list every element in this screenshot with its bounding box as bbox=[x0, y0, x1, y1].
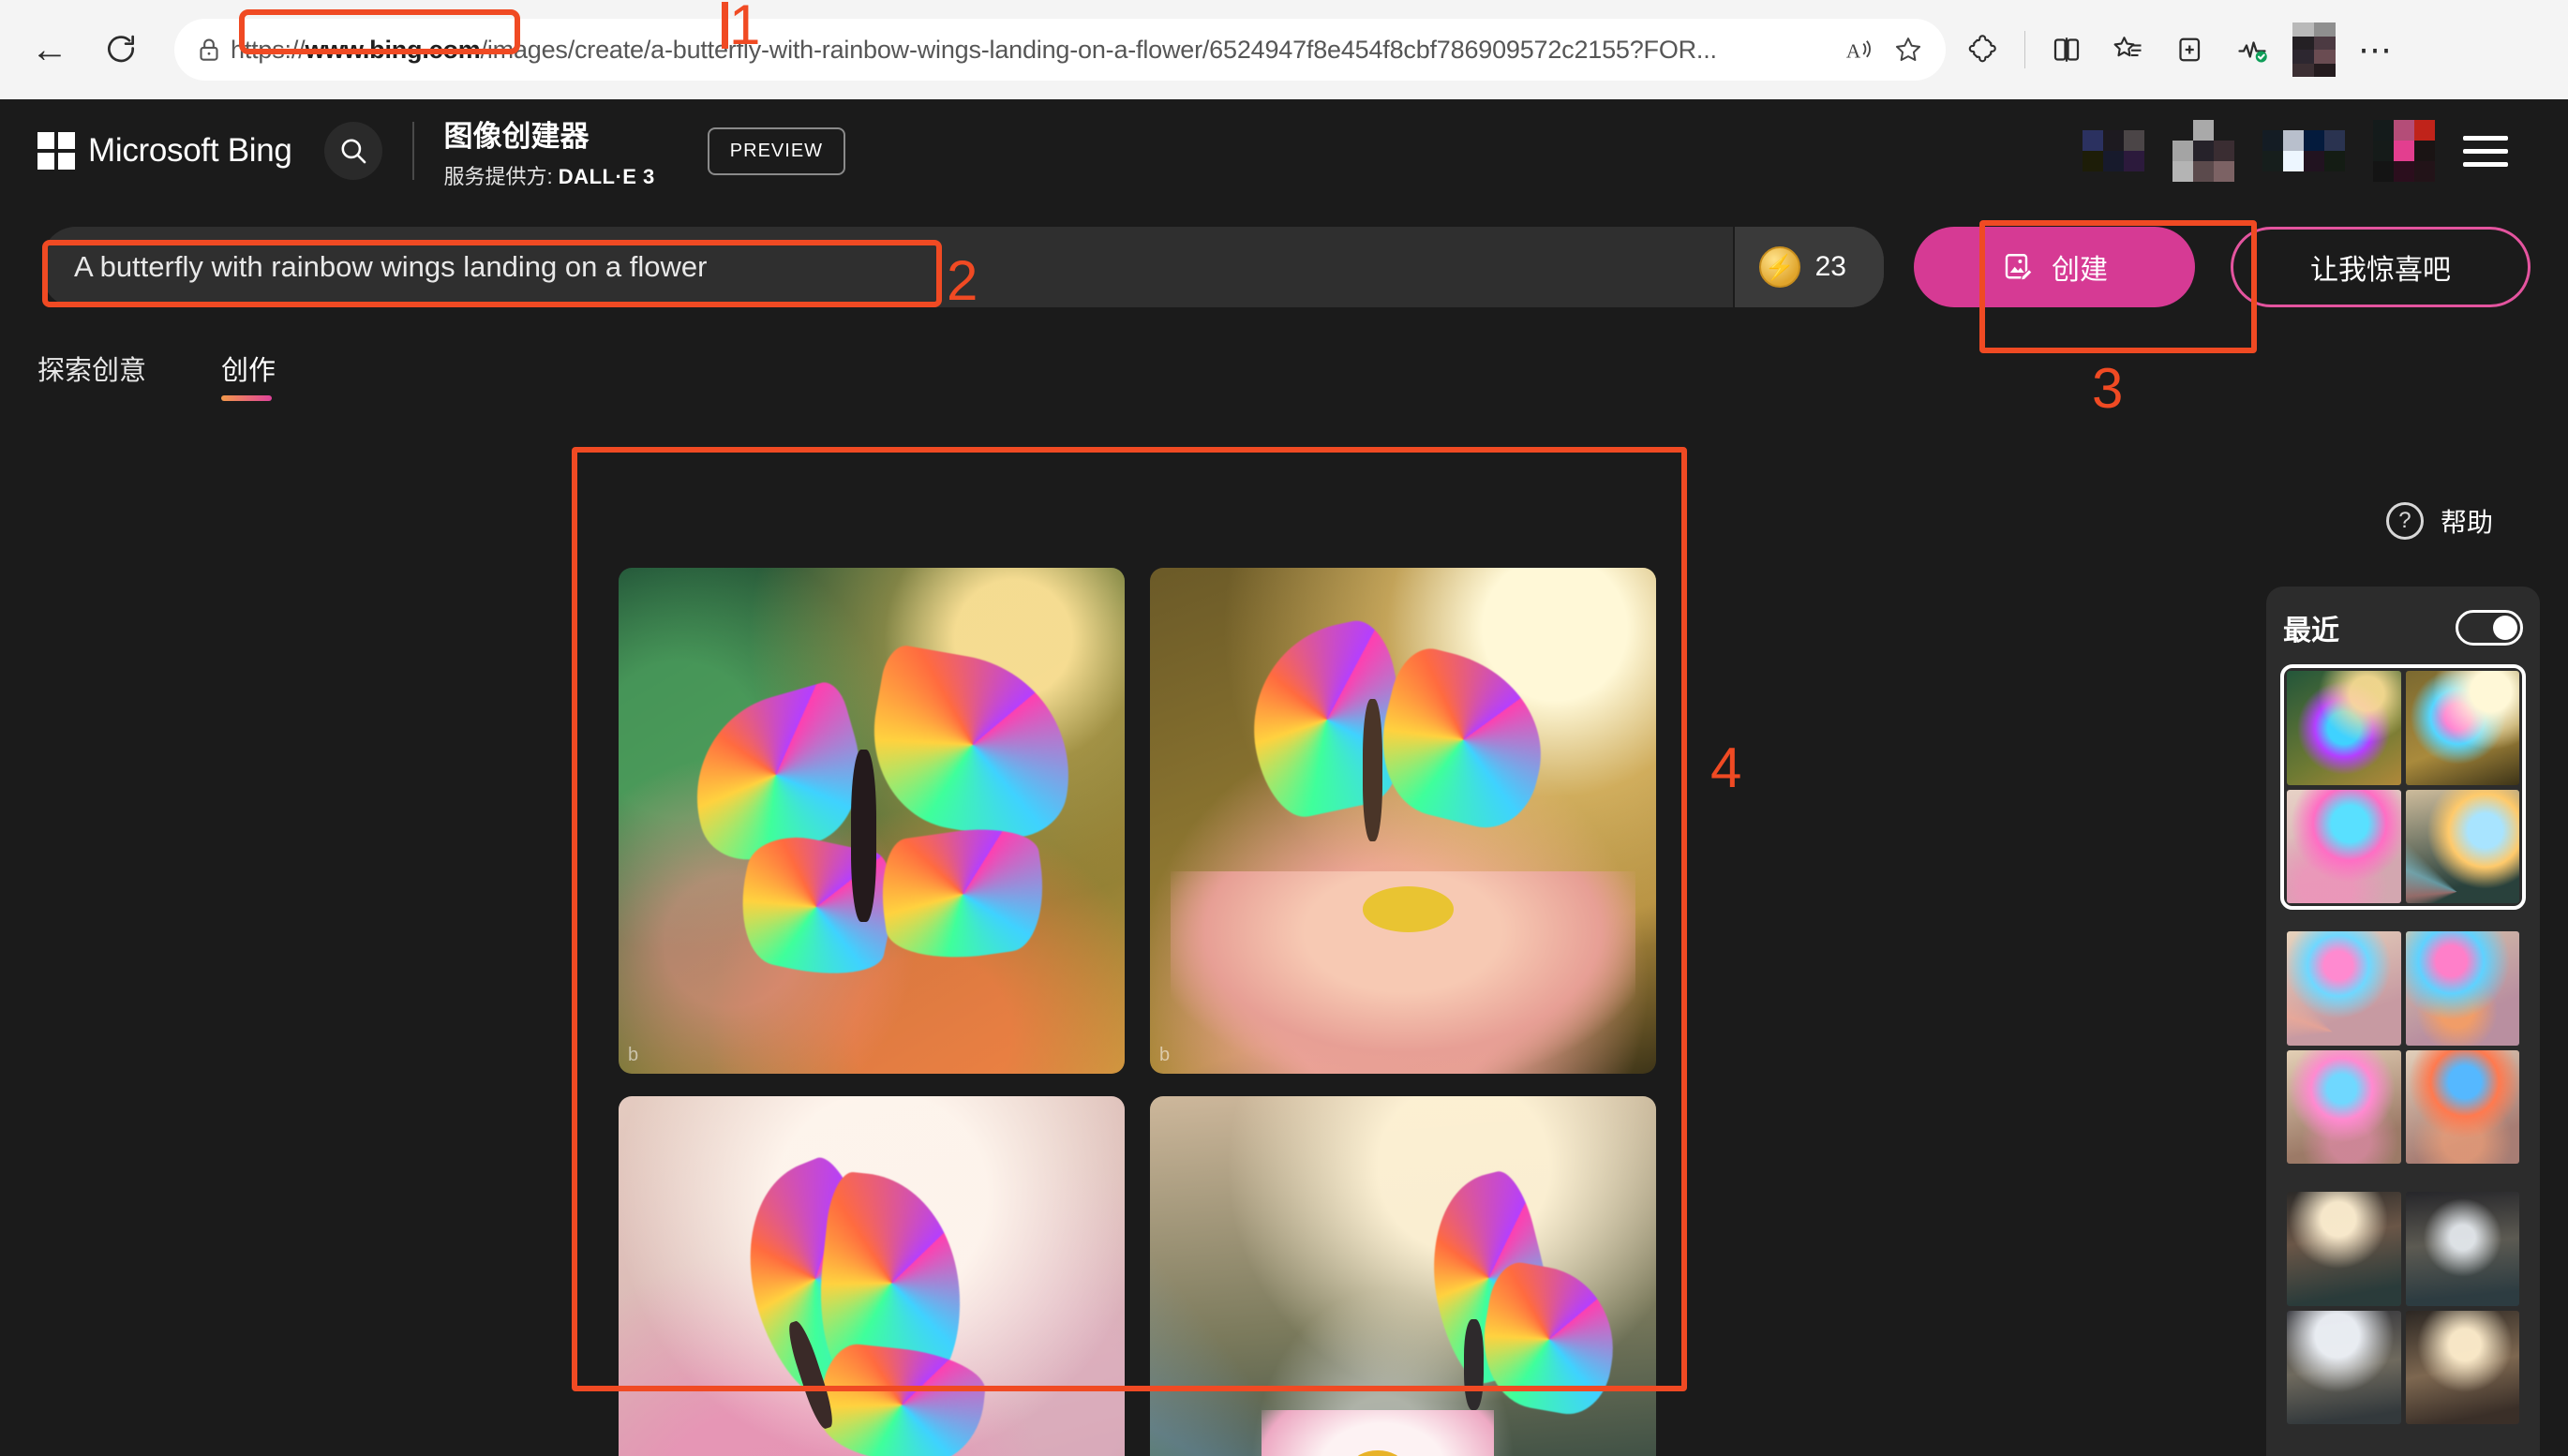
split-screen-icon[interactable] bbox=[2037, 20, 2097, 80]
results-grid: b b b bbox=[619, 568, 1659, 1456]
history-thumb bbox=[2287, 1049, 2401, 1164]
history-thumb bbox=[2287, 931, 2401, 1046]
create-button[interactable]: 创建 bbox=[1914, 227, 2195, 307]
recent-sidebar: 最近 bbox=[2266, 587, 2540, 1456]
url-scheme: https:// bbox=[231, 35, 306, 64]
profile-avatar[interactable] bbox=[2284, 20, 2344, 80]
ellipsis-icon: ⋯ bbox=[2358, 30, 2394, 68]
boost-counter[interactable]: ⚡ 23 bbox=[1732, 227, 1884, 307]
bolt-coin-icon: ⚡ bbox=[1758, 246, 1800, 288]
brand-name: Microsoft Bing bbox=[88, 132, 292, 169]
prompt-bar: ⚡ 23 bbox=[42, 227, 1884, 307]
result-image-2[interactable]: b bbox=[1150, 568, 1656, 1074]
history-thumb bbox=[2287, 1192, 2401, 1306]
generated-art-1 bbox=[619, 568, 1125, 1074]
bing-image-creator-page: Microsoft Bing 图像创建器 服务提供方: DALL·E 3 PRE… bbox=[0, 99, 2568, 1456]
toolbar-divider bbox=[2024, 31, 2025, 68]
browser-essentials-icon[interactable] bbox=[2222, 20, 2282, 80]
history-thumb bbox=[2287, 671, 2401, 785]
provider-label: 服务提供方: bbox=[443, 164, 553, 188]
lock-icon bbox=[200, 38, 218, 61]
tab-explore-ideas[interactable]: 探索创意 bbox=[37, 349, 146, 401]
tab-explore-label: 探索创意 bbox=[37, 356, 147, 386]
result-image-4[interactable]: b bbox=[1150, 1096, 1656, 1456]
history-item-2[interactable] bbox=[2283, 928, 2523, 1167]
add-tab-icon[interactable] bbox=[2160, 20, 2220, 80]
microsoft-logo-icon bbox=[37, 132, 75, 170]
favorite-star-icon[interactable] bbox=[1884, 25, 1933, 74]
image-pencil-icon bbox=[2005, 254, 2033, 281]
generated-art-3 bbox=[619, 1096, 1125, 1456]
history-item-1[interactable] bbox=[2280, 664, 2526, 910]
notification-pixelated[interactable] bbox=[2172, 120, 2234, 182]
create-button-label: 创建 bbox=[2052, 255, 2108, 286]
toggle-knob bbox=[2493, 616, 2517, 640]
tab-creations[interactable]: 创作 bbox=[221, 349, 276, 401]
header-right-tools bbox=[2083, 120, 2531, 182]
history-thumb bbox=[2405, 789, 2519, 903]
product-title-block: 图像创建器 服务提供方: DALL·E 3 bbox=[444, 112, 655, 190]
history-thumb bbox=[2287, 789, 2401, 903]
history-item-3[interactable] bbox=[2283, 1188, 2523, 1428]
url-text: https://www.bing.com/images/create/a-but… bbox=[231, 36, 1835, 65]
account-pixelated[interactable] bbox=[2373, 120, 2435, 182]
site-header: Microsoft Bing 图像创建器 服务提供方: DALL·E 3 PRE… bbox=[0, 99, 2568, 202]
result-image-1[interactable]: b bbox=[619, 568, 1125, 1074]
history-thumb bbox=[2405, 1192, 2519, 1306]
provider-value: DALL·E 3 bbox=[558, 164, 655, 188]
avatar-pixelated bbox=[2292, 22, 2336, 77]
page-title: 图像创建器 bbox=[443, 119, 590, 153]
back-arrow-icon: ← bbox=[31, 29, 68, 70]
result-image-3[interactable]: b bbox=[619, 1096, 1125, 1456]
surprise-me-label: 让我惊喜吧 bbox=[2310, 255, 2451, 286]
boost-count: 23 bbox=[1814, 251, 1846, 282]
header-divider bbox=[411, 122, 414, 180]
browser-toolbar: ← https://www.bing.com/images/create/a-b… bbox=[0, 0, 2568, 99]
refresh-button[interactable] bbox=[92, 21, 150, 79]
history-thumb bbox=[2405, 1310, 2519, 1424]
watermark: b bbox=[1159, 1045, 1170, 1065]
sidebar-header: 最近 bbox=[2283, 607, 2523, 648]
url-domain: www.bing.com bbox=[305, 35, 481, 64]
collections-icon[interactable] bbox=[2098, 20, 2158, 80]
question-circle-icon: ? bbox=[2385, 502, 2424, 540]
provider-line: 服务提供方: DALL·E 3 bbox=[444, 160, 655, 190]
preview-badge: PREVIEW bbox=[707, 126, 846, 175]
surprise-me-button[interactable]: 让我惊喜吧 bbox=[2231, 227, 2531, 307]
history-thumb bbox=[2405, 671, 2519, 785]
browser-settings-button[interactable]: ⋯ bbox=[2346, 20, 2406, 80]
apps-pixelated[interactable] bbox=[2262, 130, 2345, 171]
search-icon bbox=[341, 139, 366, 164]
browser-tool-icons: ⋯ bbox=[1953, 20, 2411, 80]
help-label: 帮助 bbox=[2440, 508, 2493, 537]
tab-creations-label: 创作 bbox=[221, 356, 276, 386]
recent-toggle[interactable] bbox=[2456, 610, 2523, 646]
prompt-input[interactable] bbox=[42, 250, 1733, 284]
prompt-row: ⚡ 23 创建 让我惊喜吧 bbox=[42, 227, 2531, 307]
watermark: b bbox=[628, 1045, 638, 1065]
generated-art-2 bbox=[1150, 568, 1656, 1074]
sidebar-title: 最近 bbox=[2283, 616, 2339, 646]
rewards-pixelated[interactable] bbox=[2083, 130, 2144, 171]
extensions-icon[interactable] bbox=[1953, 20, 2013, 80]
read-aloud-icon[interactable]: A bbox=[1835, 25, 1884, 74]
refresh-icon bbox=[108, 35, 135, 63]
generated-art-4 bbox=[1150, 1096, 1656, 1456]
svg-text:A: A bbox=[1846, 40, 1861, 63]
history-thumb bbox=[2405, 1049, 2519, 1164]
search-button[interactable] bbox=[323, 122, 382, 180]
url-path: /images/create/a-butterfly-with-rainbow-… bbox=[480, 35, 1717, 64]
hamburger-menu-icon[interactable] bbox=[2463, 130, 2508, 172]
address-bar[interactable]: https://www.bing.com/images/create/a-but… bbox=[174, 19, 1946, 81]
help-link[interactable]: ? 帮助 bbox=[2385, 502, 2493, 540]
bing-logo[interactable]: Microsoft Bing bbox=[37, 132, 292, 170]
back-button[interactable]: ← bbox=[21, 21, 79, 79]
history-thumb bbox=[2287, 1310, 2401, 1424]
history-thumb bbox=[2405, 931, 2519, 1046]
tab-bar: 探索创意 创作 bbox=[37, 349, 2568, 401]
